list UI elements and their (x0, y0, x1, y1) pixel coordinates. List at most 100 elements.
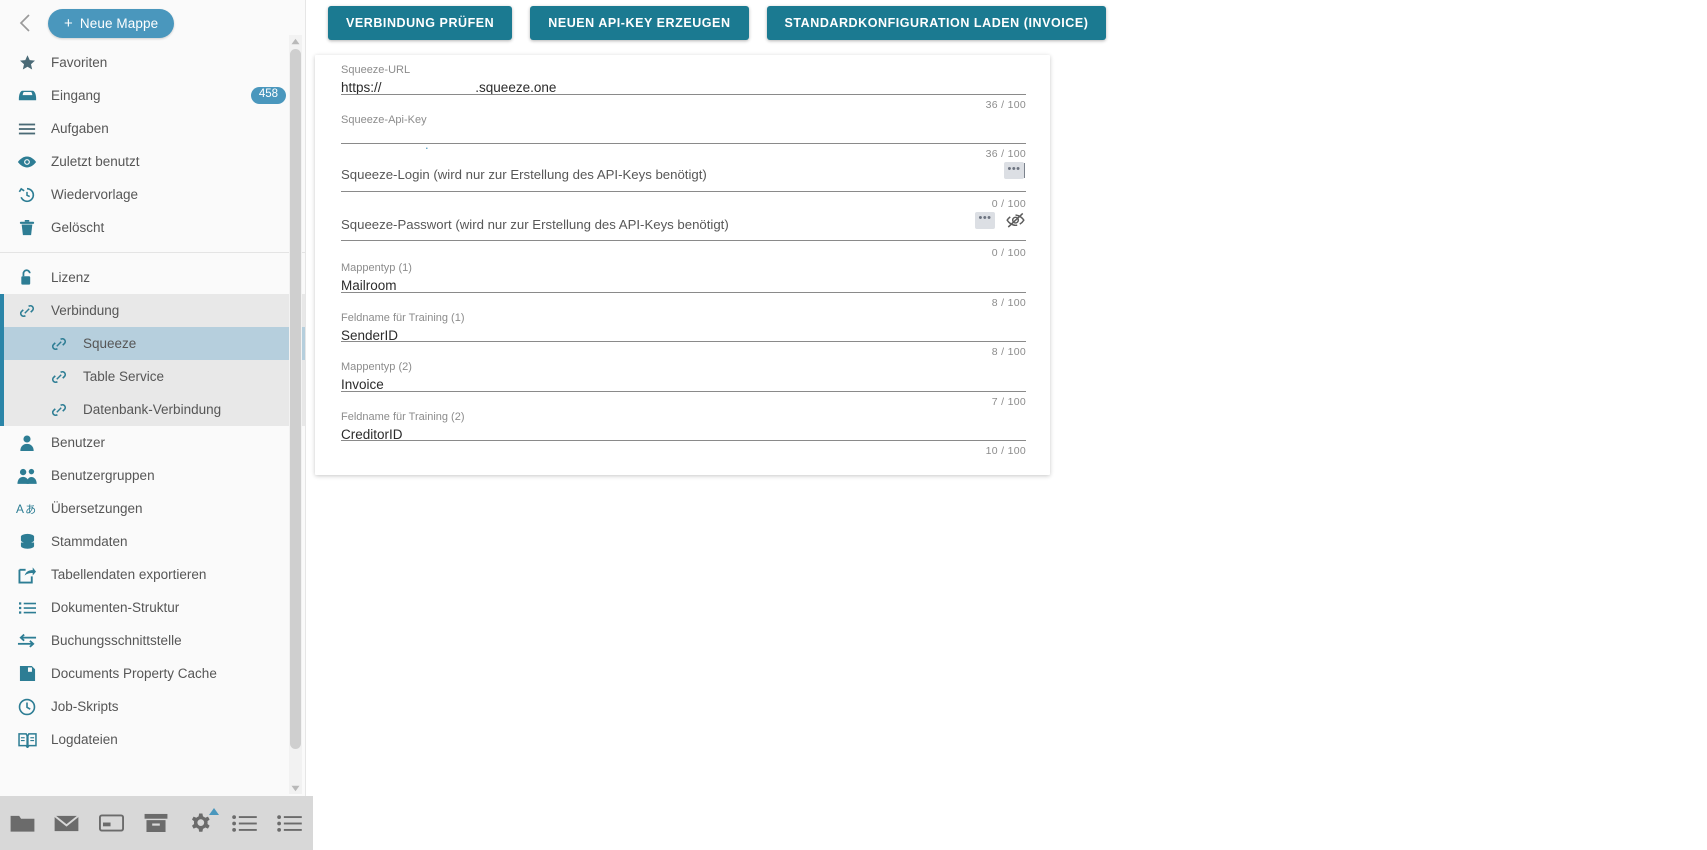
char-counter: 36 / 100 (985, 98, 1026, 111)
field-mappentyp-1[interactable]: Mappentyp (1) Mailroom 8 / 100 (341, 259, 1026, 309)
sidebar-item-lizenz[interactable]: Lizenz (0, 261, 305, 294)
sidebar-item-squeeze[interactable]: Squeeze (0, 327, 305, 360)
sidebar-item-label: Logdateien (51, 732, 118, 747)
char-counter: 36 / 100 (985, 148, 1026, 160)
generate-api-key-button[interactable]: NEUEN API-KEY ERZEUGEN (530, 6, 749, 40)
sidebar-item-label: Tabellendaten exportieren (51, 567, 207, 582)
sidebar-scrollbar[interactable] (289, 35, 302, 794)
list-bullets-icon[interactable] (267, 796, 312, 850)
inbox-icon (14, 88, 40, 103)
sidebar-item-aufgaben[interactable]: Aufgaben (0, 112, 305, 145)
check-connection-button[interactable]: VERBINDUNG PRÜFEN (328, 6, 513, 40)
sidebar-item-wiedervorlage[interactable]: Wiedervorlage (0, 178, 305, 211)
plus-icon: + (64, 14, 73, 32)
char-counter: 8 / 100 (991, 346, 1026, 358)
field-squeeze-password[interactable]: Squeeze-Passwort (wird nur zur Erstellun… (341, 210, 1026, 259)
folder-icon[interactable] (0, 796, 45, 850)
sidebar-item-benutzergruppen[interactable]: Benutzergruppen (0, 459, 305, 492)
sidebar-item-buchungsschnittstelle[interactable]: Buchungsschnittstelle (0, 624, 305, 657)
sidebar-item-label: Wiedervorlage (51, 187, 139, 202)
sidebar-item-geloescht[interactable]: Gelöscht (0, 211, 305, 244)
field-underline (341, 341, 1026, 342)
card-icon[interactable] (89, 796, 134, 850)
field-squeeze-url[interactable]: Squeeze-URL https:// .squeeze.one 36 / 1… (341, 61, 1026, 111)
sidebar-item-eingang[interactable]: Eingang 458 (0, 79, 305, 112)
sidebar-divider (0, 252, 305, 253)
history-clock-icon (14, 186, 40, 204)
unlock-icon (14, 268, 40, 287)
eye-icon (14, 155, 40, 169)
field-squeeze-login[interactable]: Squeeze-Login (wird nur zur Erstellung d… (341, 160, 1026, 210)
sidebar-item-label: Datenbank-Verbindung (83, 402, 222, 417)
char-counter: 0 / 100 (991, 197, 1026, 210)
field-squeeze-api-key[interactable]: Squeeze-Api-Key . 36 / 100 (341, 111, 1026, 160)
char-counter: 10 / 100 (985, 445, 1026, 457)
sidebar-item-job-skripts[interactable]: Job-Skripts (0, 690, 305, 723)
field-feldname-training-2[interactable]: Feldname für Training (2) CreditorID 10 … (341, 408, 1026, 457)
field-label: Squeeze-Login (wird nur zur Erstellung d… (341, 167, 707, 182)
login-mask-chip[interactable]: ••• (1004, 162, 1025, 179)
field-label: Feldname für Training (1) (341, 311, 465, 324)
star-icon (14, 54, 40, 71)
action-toolbar: VERBINDUNG PRÜFEN NEUEN API-KEY ERZEUGEN… (328, 6, 1107, 40)
field-value[interactable] (341, 127, 1026, 129)
eye-off-icon[interactable] (1004, 210, 1026, 232)
app-root: + Neue Mappe Favoriten Eingang 458 Aufga… (0, 0, 1707, 850)
tasks-icon (14, 122, 40, 136)
char-counter: 7 / 100 (991, 395, 1026, 408)
load-default-config-button[interactable]: STANDARDKONFIGURATION LADEN (INVOICE) (766, 6, 1107, 40)
field-feldname-training-1[interactable]: Feldname für Training (1) SenderID 8 / 1… (341, 309, 1026, 358)
mail-icon[interactable] (45, 796, 90, 850)
sidebar-item-verbindung[interactable]: Verbindung (0, 294, 305, 327)
sidebar-item-uebersetzungen[interactable]: A あ Übersetzungen (0, 492, 305, 525)
field-label: Mappentyp (2) (341, 361, 412, 373)
sidebar-item-label: Benutzer (51, 435, 106, 450)
sidebar-item-label: Aufgaben (51, 121, 109, 136)
sidebar-item-label: Documents Property Cache (51, 666, 217, 681)
mask-dots: ••• (978, 212, 992, 224)
bottom-toolbar (0, 796, 313, 850)
svg-text:あ: あ (25, 503, 36, 516)
sidebar-item-stammdaten[interactable]: Stammdaten (0, 525, 305, 558)
sidebar-item-documents-property-cache[interactable]: Documents Property Cache (0, 657, 305, 690)
caret-up-icon (208, 808, 219, 815)
sidebar-item-tabellendaten-exportieren[interactable]: Tabellendaten exportieren (0, 558, 305, 591)
sidebar-item-table-service[interactable]: Table Service (0, 360, 305, 393)
sidebar-item-favoriten[interactable]: Favoriten (0, 46, 305, 79)
sidebar-item-dokumenten-struktur[interactable]: Dokumenten-Struktur (0, 591, 305, 624)
user-icon (14, 434, 40, 452)
sidebar-item-label: Buchungsschnittstelle (51, 633, 182, 648)
database-icon (14, 533, 40, 551)
field-underline (341, 190, 1026, 192)
scroll-up-arrow-icon[interactable] (289, 35, 302, 47)
settings-card: Squeeze-URL https:// .squeeze.one 36 / 1… (315, 55, 1050, 475)
list-bullets-icon[interactable] (223, 796, 268, 850)
gear-icon[interactable] (178, 796, 223, 850)
sidebar-item-logdateien[interactable]: Logdateien (0, 723, 305, 756)
link-icon (14, 303, 40, 319)
exchange-arrows-icon (14, 633, 40, 648)
archive-icon[interactable] (134, 796, 179, 850)
sidebar-item-label: Stammdaten (51, 534, 128, 549)
clock-icon (14, 698, 40, 716)
new-folder-button[interactable]: + Neue Mappe (48, 8, 175, 38)
scroll-down-arrow-icon[interactable] (289, 782, 302, 794)
char-counter: 0 / 100 (991, 247, 1026, 259)
sidebar-header: + Neue Mappe (0, 0, 305, 46)
password-mask-chip[interactable]: ••• (975, 211, 995, 229)
sidebar-item-zuletzt-benutzt[interactable]: Zuletzt benutzt (0, 145, 305, 178)
sidebar-item-datenbank-verbindung[interactable]: Datenbank-Verbindung (0, 393, 305, 426)
new-folder-label: Neue Mappe (79, 15, 159, 31)
field-mappentyp-2[interactable]: Mappentyp (2) Invoice 7 / 100 (341, 358, 1026, 408)
chevron-left-icon[interactable] (12, 10, 38, 36)
sidebar: + Neue Mappe Favoriten Eingang 458 Aufga… (0, 0, 306, 796)
sidebar-item-label: Favoriten (51, 55, 108, 70)
field-underline (341, 93, 1026, 95)
char-counter: 8 / 100 (991, 296, 1026, 309)
field-label: Squeeze-Passwort (wird nur zur Erstellun… (341, 216, 729, 232)
sidebar-scrollbar-thumb[interactable] (290, 49, 301, 749)
sidebar-item-benutzer[interactable]: Benutzer (0, 426, 305, 459)
users-icon (14, 467, 40, 485)
link-icon (46, 369, 72, 385)
list-icon (14, 601, 40, 615)
